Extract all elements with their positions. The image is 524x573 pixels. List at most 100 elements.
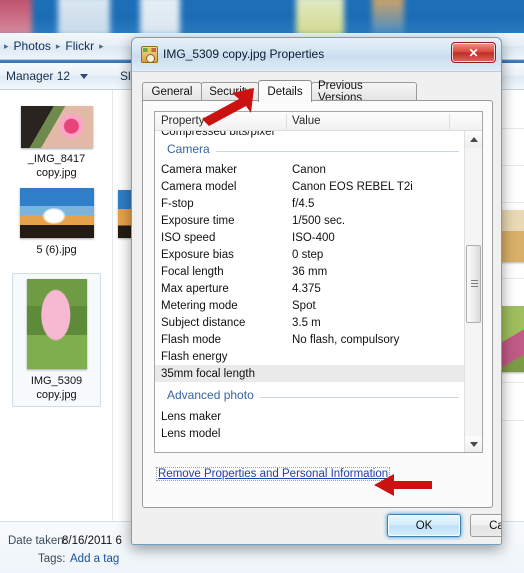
thumbnail-caption: _IMG_8417 [27,153,86,165]
table-row[interactable]: Exposure time 1/500 sec. [155,212,465,229]
thumbnail-caption: 5 (6).jpg [36,244,77,256]
tags-label: Tags: [38,553,66,565]
scroll-down-icon[interactable] [465,436,482,452]
property-name: Subject distance [161,316,246,329]
property-name: Compressed bits/pixel [161,131,275,138]
tab-general[interactable]: General [142,82,202,101]
selected-item-frame[interactable]: IMG_5309 copy.jpg [12,273,101,407]
add-a-tag-link[interactable]: Add a tag [70,553,119,565]
tab-previous-versions[interactable]: Previous Versions [311,80,417,104]
thumbnail-caption: copy.jpg [36,167,77,179]
toolbar-manager-label[interactable]: Manager 12 [0,69,76,83]
property-value: Spot [292,299,316,312]
property-name: Max aperture [161,282,229,295]
dialog-title-bar[interactable]: IMG_5309 copy.jpg Properties ✕ [132,38,501,72]
chevron-down-icon[interactable] [80,73,89,79]
thumbnail-image[interactable] [20,106,93,148]
table-row[interactable]: F-stop f/4.5 [155,195,465,212]
blurred-thumbnail [296,0,344,33]
tab-security[interactable]: Security [201,82,259,101]
table-row[interactable]: Focal length 36 mm [155,263,465,280]
chevron-right-icon: ▸ [99,40,104,51]
blurred-thumbnail [58,0,110,33]
property-name: Focal length [161,265,224,278]
property-value: 3.5 m [292,316,321,329]
tab-details[interactable]: Details [258,80,312,102]
close-icon[interactable]: ✕ [451,42,496,63]
date-taken-value[interactable]: 8/16/2011 6 [62,535,122,547]
property-value: f/4.5 [292,197,315,210]
group-label: Advanced photo [167,388,260,402]
table-row[interactable]: Flash energy [155,348,465,365]
property-value: 1/500 sec. [292,214,346,227]
property-name: Camera maker [161,163,238,176]
property-name: ISO speed [161,231,216,244]
desktop-photo-strip [0,0,524,33]
list-item[interactable]: 5 (6).jpg [0,188,112,257]
group-label: Camera [167,142,216,156]
property-value: ISO-400 [292,231,335,244]
property-value: Canon [292,163,326,176]
property-name: Exposure time [161,214,235,227]
table-row[interactable]: Lens model [155,425,465,442]
properties-rows[interactable]: Compressed bits/pixel Camera Camera make… [155,131,465,452]
thumbnail-image[interactable] [19,188,94,238]
table-row[interactable]: Camera model Canon EOS REBEL T2i [155,178,465,195]
tab-strip: General Security Details Previous Versio… [142,80,493,104]
table-row[interactable]: Max aperture 4.375 [155,280,465,297]
date-taken-label: Date taken: [8,535,67,547]
vertical-scrollbar[interactable] [464,131,482,452]
cancel-button[interactable]: Cancel [470,514,501,537]
properties-list[interactable]: Property Value Compressed bits/pixel Cam… [154,111,483,453]
scrollbar-thumb[interactable] [466,245,481,323]
group-header-advanced-photo: Advanced photo [155,382,465,408]
details-tab-page: Property Value Compressed bits/pixel Cam… [142,100,493,508]
thumbnail-image[interactable] [26,279,87,369]
ok-button[interactable]: OK [387,514,461,537]
chevron-right-icon: ▸ [4,40,9,51]
scroll-up-icon[interactable] [465,131,482,148]
property-value: 0 step [292,248,324,261]
list-item-selected[interactable]: IMG_5309 copy.jpg [0,273,112,407]
dialog-button-row: OK Cancel Apply [132,514,501,538]
thumbnail-caption: copy.jpg [36,389,77,401]
breadcrumb-item-photos[interactable]: Photos [11,39,54,53]
breadcrumb-item-flickr[interactable]: Flickr [62,39,97,53]
property-name: Lens maker [161,410,222,423]
column-divider[interactable] [286,114,287,129]
table-row[interactable]: Lens maker [155,408,465,425]
property-value: No flash, compulsory [292,333,400,346]
property-name: Flash mode [161,333,222,346]
property-name: Metering mode [161,299,238,312]
thumbnail-caption: IMG_5309 [30,375,83,387]
list-item[interactable]: _IMG_8417 copy.jpg [0,106,112,180]
image-file-icon [141,46,158,63]
table-row[interactable]: Subject distance 3.5 m [155,314,465,331]
properties-dialog: IMG_5309 copy.jpg Properties ✕ General S… [131,37,502,545]
table-row[interactable]: Flash mode No flash, compulsory [155,331,465,348]
property-name: Lens model [161,427,221,440]
blurred-thumbnail [372,0,404,33]
column-header-property[interactable]: Property [161,115,204,127]
property-name: Camera model [161,180,237,193]
table-row[interactable]: Camera maker Canon [155,161,465,178]
list-header: Property Value [155,112,482,131]
column-divider[interactable] [449,114,450,129]
property-name: 35mm focal length [161,367,255,380]
table-row[interactable]: Exposure bias 0 step [155,246,465,263]
remove-properties-link[interactable]: Remove Properties and Personal Informati… [156,467,391,481]
column-header-value[interactable]: Value [292,115,321,127]
property-value: Canon EOS REBEL T2i [292,180,413,193]
thumbnail-nav-pane[interactable]: _IMG_8417 copy.jpg 5 (6).jpg IMG_5309 co… [0,90,113,521]
property-name: Flash energy [161,350,228,363]
table-row[interactable]: ISO speed ISO-400 [155,229,465,246]
property-name: F-stop [161,197,194,210]
chevron-right-icon: ▸ [55,40,61,51]
table-row-highlighted[interactable]: 35mm focal length [155,365,465,382]
property-value: 4.375 [292,282,321,295]
dialog-title: IMG_5309 copy.jpg Properties [163,47,325,61]
table-row[interactable]: Metering mode Spot [155,297,465,314]
property-name: Exposure bias [161,248,234,261]
table-row-clipped[interactable]: Compressed bits/pixel [155,131,465,139]
blurred-thumbnail [140,0,180,33]
